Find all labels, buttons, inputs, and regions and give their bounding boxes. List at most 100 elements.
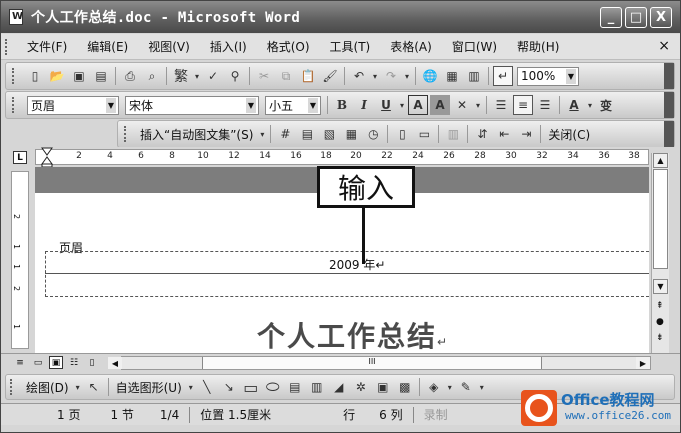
spelling-icon[interactable]: ✓ — [203, 66, 223, 86]
menu-format[interactable]: 格式(O) — [257, 38, 320, 55]
insert-time-icon[interactable]: ◷ — [363, 124, 383, 144]
undo-icon[interactable]: ↶ — [349, 66, 369, 86]
zoom-combo[interactable]: 100% ▼ — [517, 66, 579, 86]
copy-icon[interactable]: ⧉ — [276, 66, 296, 86]
dropdown-arrow-icon[interactable]: ▾ — [478, 377, 486, 397]
chevron-down-icon[interactable]: ▼ — [246, 97, 256, 113]
format-page-number-icon[interactable]: ▧ — [319, 124, 339, 144]
standard-toolbar-grip[interactable] — [12, 68, 18, 84]
menu-file[interactable]: 文件(F) — [17, 38, 77, 55]
italic-button[interactable]: I — [354, 95, 374, 115]
justify-icon[interactable]: ☰ — [491, 95, 511, 115]
dropdown-arrow-icon[interactable]: ▾ — [258, 124, 266, 144]
scroll-right-icon[interactable]: ▶ — [636, 357, 650, 369]
character-shading-button[interactable]: A — [430, 95, 450, 115]
horizontal-scroll-thumb[interactable]: III — [202, 357, 542, 369]
reading-layout-view-icon[interactable]: ▯ — [85, 356, 99, 369]
scroll-up-icon[interactable]: ▲ — [653, 153, 668, 168]
insert-table-icon[interactable]: ▥ — [464, 66, 484, 86]
insert-page-count-icon[interactable]: ▤ — [297, 124, 317, 144]
font-size-combo[interactable]: 小五 ▼ — [265, 95, 321, 115]
rectangle-tool-icon[interactable]: ▭ — [241, 377, 261, 397]
insert-autotext-button[interactable]: 插入“自动图文集”(S) — [136, 126, 257, 143]
text-box-icon[interactable]: ▤ — [285, 377, 305, 397]
line-tool-icon[interactable]: ╲ — [197, 377, 217, 397]
character-scaling-icon[interactable]: ✕ — [452, 95, 472, 115]
menu-edit[interactable]: 编辑(E) — [77, 38, 138, 55]
print-preview-icon[interactable]: ⌕ — [142, 66, 162, 86]
select-browse-object-icon[interactable]: ● — [656, 317, 664, 327]
open-folder-icon[interactable]: 📂 — [47, 66, 67, 86]
tables-borders-icon[interactable]: ▦ — [442, 66, 462, 86]
underline-button[interactable]: U — [376, 95, 396, 115]
cut-icon[interactable]: ✂ — [254, 66, 274, 86]
header-text[interactable]: 2009 年↵ — [329, 256, 385, 273]
dropdown-arrow-icon[interactable]: ▾ — [193, 66, 201, 86]
line-color-icon[interactable]: ✎ — [456, 377, 476, 397]
vertical-text-box-icon[interactable]: ▥ — [307, 377, 327, 397]
paste-icon[interactable]: 📋 — [298, 66, 318, 86]
dropdown-arrow-icon[interactable]: ▾ — [446, 377, 454, 397]
title-bar[interactable]: 个人工作总结.doc - Microsoft Word _ □ X — [1, 1, 680, 33]
outline-view-icon[interactable]: ☷ — [67, 356, 81, 369]
scroll-left-icon[interactable]: ◀ — [108, 357, 122, 369]
page-setup-icon[interactable]: ▯ — [392, 124, 412, 144]
show-hide-text-icon[interactable]: ▭ — [414, 124, 434, 144]
arrow-tool-icon[interactable]: ↘ — [219, 377, 239, 397]
align-center-icon[interactable]: ≡ — [513, 95, 533, 115]
format-painter-icon[interactable]: 🖌 — [320, 66, 340, 86]
permission-icon[interactable]: ▤ — [91, 66, 111, 86]
draw-menu-button[interactable]: 绘图(D) — [22, 379, 73, 396]
show-previous-icon[interactable]: ⇤ — [494, 124, 514, 144]
traditional-chinese-button[interactable]: 繁 — [171, 66, 191, 86]
hyperlink-icon[interactable]: 🌐 — [420, 66, 440, 86]
align-distributed-icon[interactable]: ☰ — [535, 95, 555, 115]
dropdown-arrow-icon[interactable]: ▾ — [586, 95, 594, 115]
toolbar-options-icon[interactable] — [664, 92, 674, 118]
dropdown-arrow-icon[interactable]: ▾ — [474, 95, 482, 115]
chevron-down-icon[interactable]: ▼ — [106, 97, 116, 113]
select-objects-icon[interactable]: ↖ — [84, 377, 104, 397]
clip-art-icon[interactable]: ▣ — [373, 377, 393, 397]
drawing-toolbar-grip[interactable] — [10, 379, 16, 395]
tab-selector-button[interactable]: L — [13, 151, 27, 164]
formatting-toolbar-grip[interactable] — [12, 97, 18, 113]
chevron-down-icon[interactable]: ▼ — [308, 97, 318, 113]
insert-date-icon[interactable]: ▦ — [341, 124, 361, 144]
show-hide-marks-icon[interactable]: ↵ — [493, 66, 513, 86]
menu-insert[interactable]: 插入(I) — [200, 38, 257, 55]
redo-icon[interactable]: ↷ — [381, 66, 401, 86]
dropdown-arrow-icon[interactable]: ▾ — [371, 66, 379, 86]
menu-window[interactable]: 窗口(W) — [442, 38, 507, 55]
show-next-icon[interactable]: ⇥ — [516, 124, 536, 144]
previous-page-icon[interactable]: ⇞ — [656, 301, 664, 311]
character-border-button[interactable]: A — [408, 95, 428, 115]
vertical-scrollbar[interactable]: ▲ ▼ ⇞ ● ⇟ — [651, 153, 669, 353]
font-combo[interactable]: 宋体 ▼ — [125, 95, 259, 115]
style-combo[interactable]: 页眉 ▼ — [27, 95, 119, 115]
minimize-button[interactable]: _ — [600, 7, 622, 28]
dropdown-arrow-icon[interactable]: ▾ — [398, 95, 406, 115]
dropdown-arrow-icon[interactable]: ▾ — [74, 377, 82, 397]
autoshapes-menu-button[interactable]: 自选图形(U) — [112, 379, 186, 396]
insert-picture-icon[interactable]: ▩ — [395, 377, 415, 397]
status-record[interactable]: 录制 — [418, 406, 454, 423]
web-layout-view-icon[interactable]: ▭ — [31, 356, 45, 369]
menu-help[interactable]: 帮助(H) — [507, 38, 569, 55]
vertical-scroll-thumb[interactable] — [653, 169, 668, 269]
insert-page-number-icon[interactable]: # — [275, 124, 295, 144]
phonetic-guide-button[interactable]: 变 — [596, 95, 616, 115]
header-footer-toolbar-grip[interactable] — [124, 126, 130, 142]
horizontal-ruler[interactable]: 2 4 6 8 10 12 14 16 18 20 22 24 26 28 30… — [35, 149, 649, 165]
vertical-ruler[interactable]: 2 1 1 2 1 — [11, 171, 29, 349]
same-as-previous-icon[interactable]: ▥ — [443, 124, 463, 144]
fill-color-icon[interactable]: ◈ — [424, 377, 444, 397]
dropdown-arrow-icon[interactable]: ▾ — [403, 66, 411, 86]
print-icon[interactable]: ⎙ — [120, 66, 140, 86]
word-document-icon[interactable] — [9, 9, 23, 25]
chevron-down-icon[interactable]: ▼ — [566, 68, 576, 84]
menu-tools[interactable]: 工具(T) — [320, 38, 381, 55]
close-button[interactable]: X — [650, 7, 672, 28]
close-header-footer-button[interactable]: 关闭(C) — [544, 126, 594, 143]
menu-table[interactable]: 表格(A) — [380, 38, 442, 55]
